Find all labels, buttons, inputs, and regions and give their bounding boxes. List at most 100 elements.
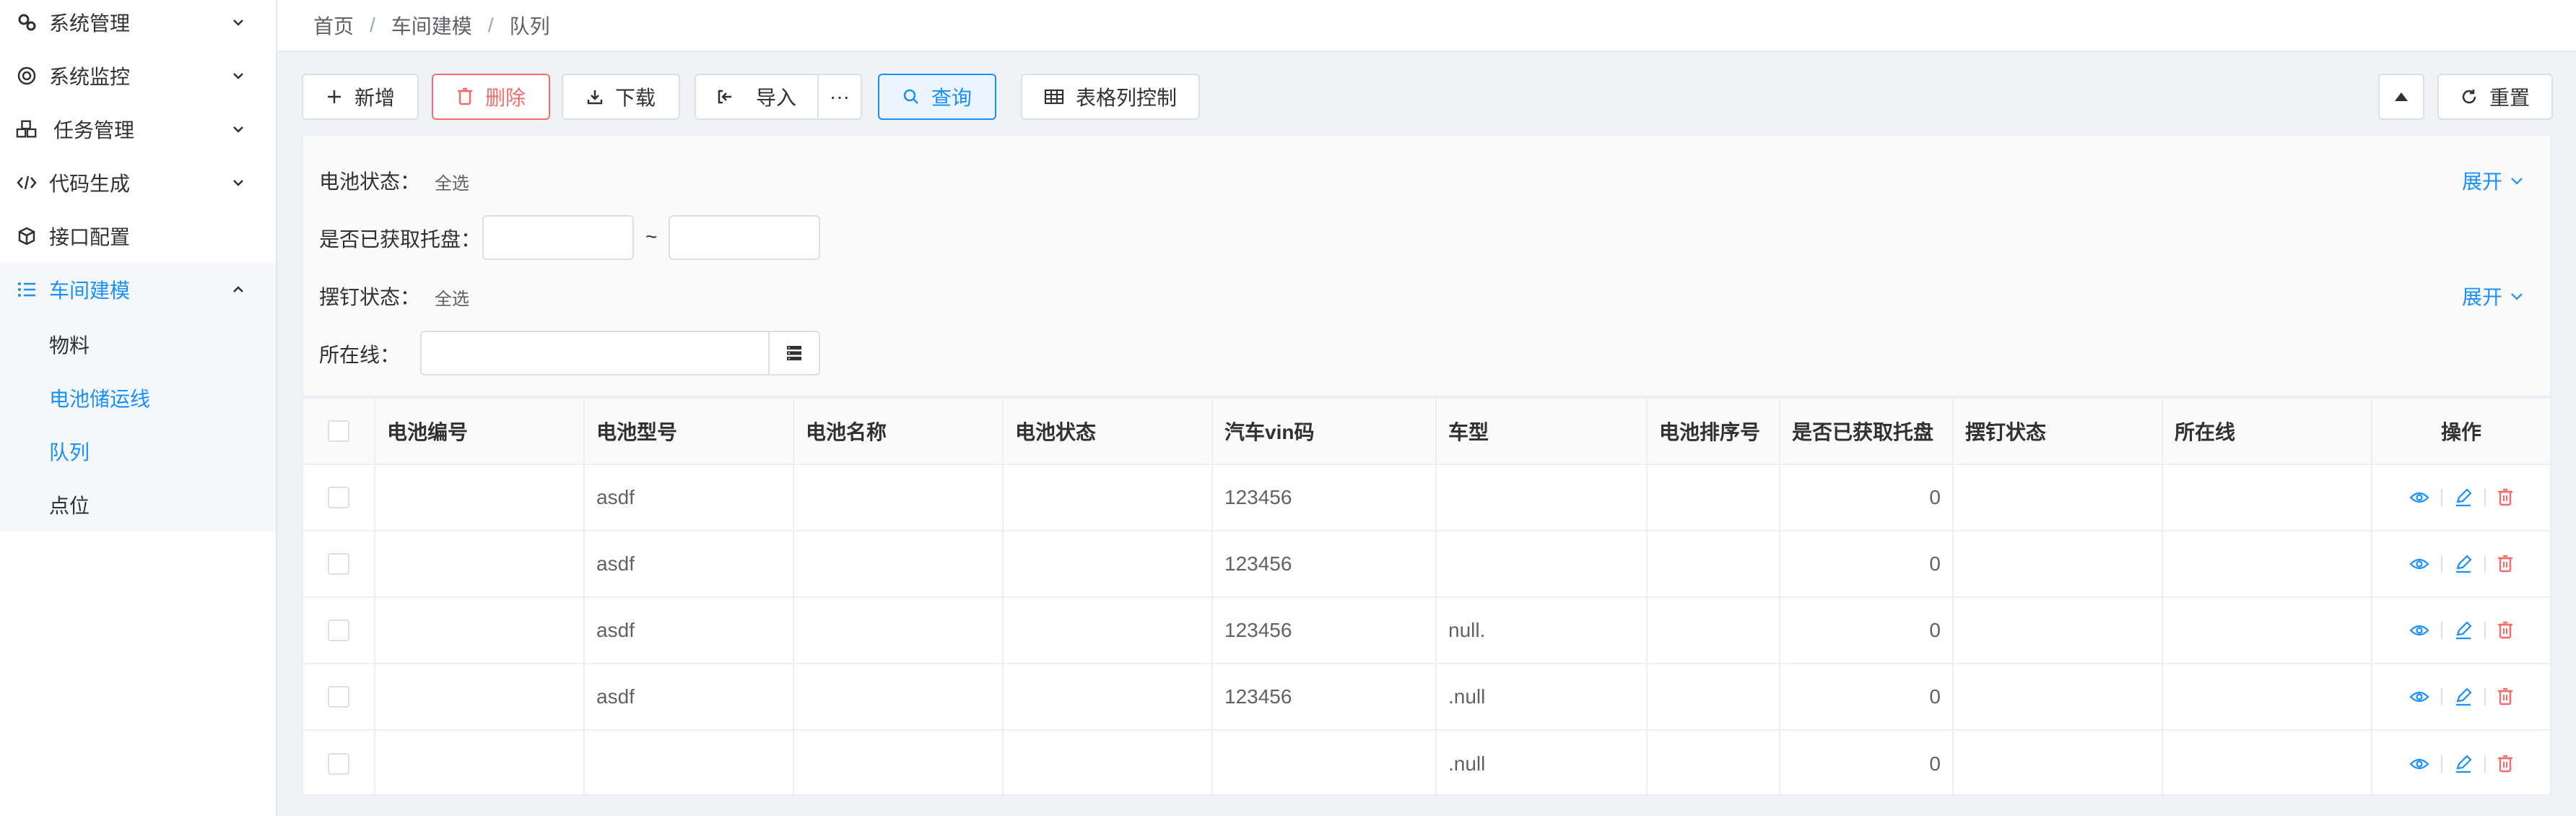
- download-icon: [587, 90, 603, 105]
- cell-nail-status: [1954, 465, 2163, 531]
- tray-from-input[interactable]: [482, 215, 634, 260]
- delete-button[interactable]: 删除: [432, 74, 550, 120]
- column-header[interactable]: 电池排序号: [1648, 399, 1780, 465]
- cell-operations: [2372, 531, 2550, 598]
- trash-icon[interactable]: [2497, 488, 2513, 507]
- view-icon[interactable]: [2409, 690, 2429, 704]
- column-header[interactable]: 是否已获取托盘: [1780, 399, 1954, 465]
- chevron-down-icon: [2511, 178, 2523, 185]
- collapse-search-button[interactable]: [2378, 74, 2424, 120]
- tray-to-input[interactable]: [669, 215, 820, 260]
- more-button[interactable]: ···: [817, 74, 862, 120]
- caret-up-icon: [2395, 92, 2408, 101]
- sidebar-item-label: 接口配置: [49, 226, 131, 248]
- sidebar-subitem-label: 点位: [49, 495, 90, 517]
- download-button[interactable]: 下载: [562, 74, 680, 120]
- nail-status-select-all[interactable]: 全选: [435, 285, 469, 310]
- divider: [2441, 688, 2442, 706]
- cell-tray: 0: [1780, 731, 1954, 797]
- divider: [2441, 489, 2442, 506]
- cell-vin: 123456: [1213, 598, 1437, 664]
- sidebar-item-system-monitor[interactable]: 系统监控: [0, 49, 276, 103]
- column-header[interactable]: 所在线: [2163, 399, 2372, 465]
- column-header[interactable]: 电池编号: [375, 399, 585, 465]
- view-icon[interactable]: [2409, 557, 2429, 571]
- reset-button[interactable]: 重置: [2437, 74, 2553, 120]
- cell-battery-model: asdf: [585, 664, 794, 731]
- query-button[interactable]: 查询: [878, 74, 996, 120]
- column-control-button-label: 表格列控制: [1075, 87, 1177, 109]
- sidebar-item-workshop-modeling[interactable]: 车间建模: [0, 263, 276, 316]
- sidebar-item-interface-config[interactable]: 接口配置: [0, 209, 276, 263]
- import-button[interactable]: 导入: [695, 74, 819, 120]
- cell-battery-model: [585, 731, 794, 797]
- breadcrumb-item-workshop[interactable]: 车间建模: [391, 11, 472, 40]
- edit-icon[interactable]: [2454, 488, 2473, 507]
- divider: [2441, 755, 2442, 773]
- cell-car-type: null.: [1437, 598, 1648, 664]
- row-checkbox-cell: [303, 598, 375, 664]
- view-icon[interactable]: [2409, 623, 2429, 638]
- row-checkbox[interactable]: [328, 553, 349, 575]
- sidebar-item-task-management[interactable]: 任务管理: [0, 103, 276, 156]
- cell-operations: [2372, 731, 2550, 797]
- select-all-checkbox[interactable]: [328, 420, 349, 442]
- battery-status-expand-link[interactable]: 展开: [2462, 166, 2524, 195]
- nail-status-expand-link[interactable]: 展开: [2462, 282, 2524, 311]
- expand-label: 展开: [2461, 286, 2502, 308]
- edit-icon[interactable]: [2454, 555, 2473, 573]
- filter-panel: 电池状态： 全选 展开 是否已获取托盘： ~ 摆钉状态： 全选 展开 所在线：: [302, 134, 2551, 397]
- divider: [2441, 622, 2442, 639]
- query-button-label: 查询: [931, 87, 972, 109]
- column-header[interactable]: 电池状态: [1004, 399, 1213, 465]
- battery-status-select-all[interactable]: 全选: [435, 169, 469, 194]
- cell-line: [2163, 731, 2372, 797]
- column-header[interactable]: 电池型号: [585, 399, 794, 465]
- cell-battery-no: [375, 731, 585, 797]
- edit-icon[interactable]: [2454, 621, 2473, 640]
- cell-battery-name: [794, 598, 1004, 664]
- add-button[interactable]: 新增: [302, 74, 419, 120]
- column-header[interactable]: 汽车vin码: [1213, 399, 1437, 465]
- cell-line: [2163, 664, 2372, 731]
- sidebar-subitem-material[interactable]: 物料: [0, 318, 276, 371]
- breadcrumb-item-home[interactable]: 首页: [313, 11, 354, 40]
- column-control-button[interactable]: 表格列控制: [1021, 74, 1200, 120]
- column-header[interactable]: 车型: [1437, 399, 1648, 465]
- column-header: 操作: [2372, 399, 2550, 465]
- sidebar-subitem-point[interactable]: 点位: [0, 478, 276, 531]
- row-checkbox-cell: [303, 531, 375, 598]
- import-icon: [718, 90, 731, 104]
- trash-icon[interactable]: [2497, 755, 2513, 773]
- trash-icon[interactable]: [2497, 687, 2513, 706]
- trash-icon[interactable]: [2497, 555, 2513, 573]
- refresh-icon: [2462, 90, 2476, 104]
- sidebar-subitem-queue[interactable]: 队列: [0, 425, 276, 478]
- cell-nail-status: [1954, 664, 2163, 731]
- cell-battery-no: [375, 598, 585, 664]
- edit-icon[interactable]: [2454, 687, 2473, 706]
- cell-sort-no: [1648, 531, 1780, 598]
- view-icon[interactable]: [2409, 757, 2429, 771]
- sidebar-item-system-management[interactable]: 系统管理: [0, 0, 276, 49]
- row-checkbox[interactable]: [328, 753, 349, 775]
- line-picker-button[interactable]: [768, 331, 820, 376]
- row-checkbox[interactable]: [328, 487, 349, 508]
- sidebar-subitem-label: 物料: [49, 334, 90, 357]
- column-header[interactable]: 摆钉状态: [1954, 399, 2163, 465]
- cell-tray: 0: [1780, 465, 1954, 531]
- cell-battery-status: [1004, 598, 1213, 664]
- row-checkbox[interactable]: [328, 686, 349, 708]
- trash-icon[interactable]: [2497, 621, 2513, 640]
- edit-icon[interactable]: [2454, 755, 2473, 773]
- view-icon[interactable]: [2409, 490, 2429, 505]
- sidebar: 系统管理 系统监控 任务管理 代码生成 接口配置 车间建模 物料 电池储运线 队…: [0, 0, 277, 816]
- cell-tray: 0: [1780, 664, 1954, 731]
- row-checkbox[interactable]: [328, 620, 349, 641]
- row-checkbox-cell: [303, 465, 375, 531]
- line-input[interactable]: [420, 331, 770, 376]
- breadcrumb: 首页 / 车间建模 / 队列: [277, 0, 2576, 52]
- sidebar-item-code-generation[interactable]: 代码生成: [0, 156, 276, 209]
- sidebar-subitem-battery-line[interactable]: 电池储运线: [0, 371, 276, 425]
- column-header[interactable]: 电池名称: [794, 399, 1004, 465]
